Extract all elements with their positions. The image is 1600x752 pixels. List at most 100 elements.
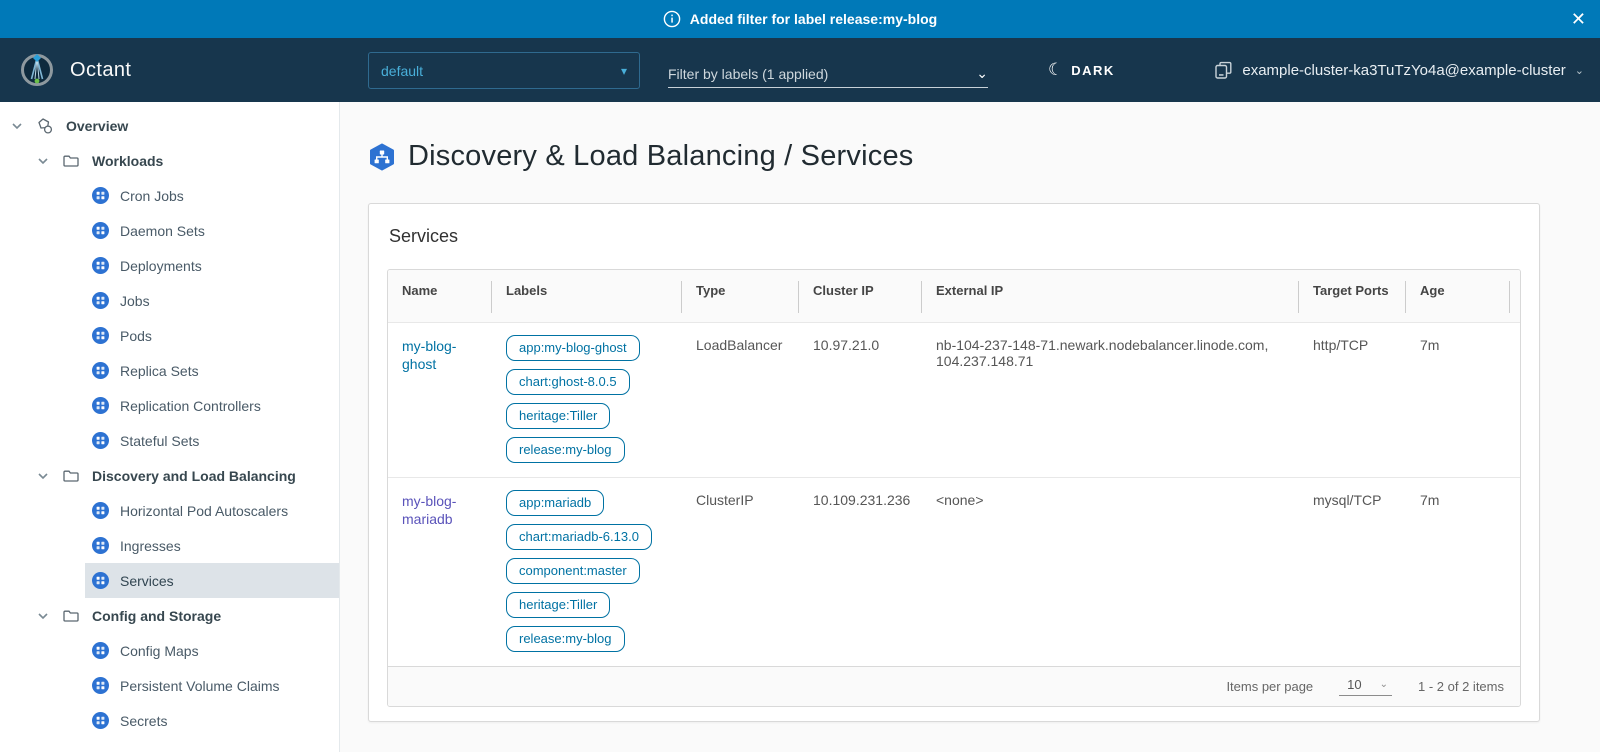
sidebar-item-jobs[interactable]: Jobs (85, 283, 339, 318)
sidebar-item-label: Replica Sets (120, 363, 199, 379)
sidebar-tree: Overview Workloads Cron Jobs Daemon Sets Dep… (0, 108, 339, 738)
services-card: Services NameLabelsTypeCluster IPExterna… (368, 203, 1540, 722)
deployments-icon (92, 257, 109, 274)
cell-age: 7m (1406, 477, 1510, 666)
services-table: NameLabelsTypeCluster IPExternal IPTarge… (388, 270, 1521, 666)
label-pill-stack: app:my-blog-ghost chart:ghost-8.0.5 herita… (506, 335, 672, 463)
folder-icon (62, 152, 80, 170)
navigation-sidebar: Overview Workloads Cron Jobs Daemon Sets Dep… (0, 102, 340, 752)
sidebar-item-label: Cron Jobs (120, 188, 184, 204)
column-header-labels[interactable]: Labels (492, 270, 682, 322)
sidebar-group-discovery-and-load-balancing[interactable]: Discovery and Load Balancing (0, 458, 339, 493)
stateful-sets-icon (92, 432, 109, 449)
sidebar-item-deployments[interactable]: Deployments (85, 248, 339, 283)
items-per-page-label: Items per page (1226, 679, 1313, 694)
label-pill-heritage-tiller[interactable]: heritage:Tiller (506, 592, 610, 618)
sidebar-item-label: Horizontal Pod Autoscalers (120, 503, 288, 519)
sidebar-item-ingresses[interactable]: Ingresses (85, 528, 339, 563)
sidebar-item-config-maps[interactable]: Config Maps (85, 633, 339, 668)
banner-message: Added filter for label release:my-blog (690, 11, 937, 27)
persistent-volume-claims-icon (92, 677, 109, 694)
label-pill-app-mariadb[interactable]: app:mariadb (506, 490, 604, 516)
column-header-name[interactable]: Name (388, 270, 492, 322)
page-title: Discovery & Load Balancing / Services (408, 140, 913, 173)
moon-icon: ☾ (1048, 60, 1063, 80)
sidebar-item-label: Deployments (120, 258, 202, 274)
sidebar-item-cron-jobs[interactable]: Cron Jobs (85, 178, 339, 213)
label-filter-text: Filter by labels (1 applied) (668, 66, 828, 82)
label-pill-release-my-blog[interactable]: release:my-blog (506, 437, 625, 463)
table-footer: Items per page 10 ⌄ 1 - 2 of 2 items (388, 666, 1520, 706)
sidebar-item-label: Services (120, 573, 174, 589)
sidebar-item-label: Pods (120, 328, 152, 344)
column-header-target-ports[interactable]: Target Ports (1299, 270, 1406, 322)
cell-name: my-blog-mariadb (388, 477, 492, 666)
secrets-icon (92, 712, 109, 729)
label-pill-chart-ghost-8-0-5[interactable]: chart:ghost-8.0.5 (506, 369, 630, 395)
column-header-type[interactable]: Type (682, 270, 799, 322)
sidebar-item-stateful-sets[interactable]: Stateful Sets (85, 423, 339, 458)
cell-target-ports: mysql/TCP (1299, 477, 1406, 666)
sidebar-item-replica-sets[interactable]: Replica Sets (85, 353, 339, 388)
cell-cluster-ip: 10.97.21.0 (799, 322, 922, 477)
sidebar-item-label: Daemon Sets (120, 223, 205, 239)
sidebar-group-config-and-storage[interactable]: Config and Storage (0, 598, 339, 633)
column-header-age[interactable]: Age (1406, 270, 1510, 322)
table-header-row: NameLabelsTypeCluster IPExternal IPTarge… (388, 270, 1521, 322)
sidebar-item-label: Jobs (120, 293, 150, 309)
label-pill-chart-mariadb-6-13-0[interactable]: chart:mariadb-6.13.0 (506, 524, 652, 550)
table-row: my-blog-ghost app:my-blog-ghost chart:ghos… (388, 322, 1521, 477)
cell-type: LoadBalancer (682, 322, 799, 477)
cell-age: 7m (1406, 322, 1510, 477)
cell-labels: app:mariadb chart:mariadb-6.13.0 component… (492, 477, 682, 666)
cell-target-ports: http/TCP (1299, 322, 1406, 477)
sidebar-item-label: Replication Controllers (120, 398, 261, 414)
items-per-page-select[interactable]: 10 ⌄ (1339, 677, 1392, 696)
chevron-down-icon (10, 119, 24, 133)
sidebar-item-horizontal-pod-autoscalers[interactable]: Horizontal Pod Autoscalers (85, 493, 339, 528)
daemon-sets-icon (92, 222, 109, 239)
sidebar-item-replication-controllers[interactable]: Replication Controllers (85, 388, 339, 423)
config-maps-icon (92, 642, 109, 659)
close-icon[interactable]: ✕ (1571, 10, 1586, 28)
label-pill-component-master[interactable]: component:master (506, 558, 640, 584)
cell-spacer (1510, 322, 1521, 477)
cluster-context-switcher[interactable]: example-cluster-ka3TuTzYo4a@example-clus… (1214, 38, 1584, 102)
namespace-select[interactable]: default ▾ (368, 52, 640, 89)
chevron-down-icon: ▾ (621, 64, 627, 78)
sidebar-item-secrets[interactable]: Secrets (85, 703, 339, 738)
sidebar-item-daemon-sets[interactable]: Daemon Sets (85, 213, 339, 248)
column-header-external-ip[interactable]: External IP (922, 270, 1299, 322)
notification-banner: Added filter for label release:my-blog ✕ (0, 0, 1600, 38)
horizontal-pod-autoscalers-icon (92, 502, 109, 519)
chevron-down-icon (36, 154, 50, 168)
sidebar-group-label: Config and Storage (92, 608, 221, 624)
sidebar-group-workloads[interactable]: Workloads (0, 143, 339, 178)
column-header-cluster-ip[interactable]: Cluster IP (799, 270, 922, 322)
label-pill-heritage-tiller[interactable]: heritage:Tiller (506, 403, 610, 429)
table-row: my-blog-mariadb app:mariadb chart:mariadb-… (388, 477, 1521, 666)
sidebar-group-label: Workloads (92, 153, 163, 169)
services-icon (92, 572, 109, 589)
label-pill-stack: app:mariadb chart:mariadb-6.13.0 component… (506, 490, 672, 652)
service-link-my-blog-ghost[interactable]: my-blog-ghost (402, 338, 456, 373)
label-filter-select[interactable]: Filter by labels (1 applied) ⌄ (668, 60, 988, 88)
label-pill-release-my-blog[interactable]: release:my-blog (506, 626, 625, 652)
theme-toggle-button[interactable]: ☾ DARK (1048, 38, 1115, 102)
brand: Octant (18, 38, 131, 102)
jobs-icon (92, 292, 109, 309)
sidebar-item-label: Persistent Volume Claims (120, 678, 280, 694)
sidebar-item-services[interactable]: Services (85, 563, 339, 598)
cell-labels: app:my-blog-ghost chart:ghost-8.0.5 herita… (492, 322, 682, 477)
replica-sets-icon (92, 362, 109, 379)
sidebar-item-pods[interactable]: Pods (85, 318, 339, 353)
service-link-my-blog-mariadb[interactable]: my-blog-mariadb (402, 493, 456, 528)
label-pill-app-my-blog-ghost[interactable]: app:my-blog-ghost (506, 335, 640, 361)
chevron-down-icon: ⌄ (976, 65, 988, 82)
sidebar-item-persistent-volume-claims[interactable]: Persistent Volume Claims (85, 668, 339, 703)
page-title-row: Discovery & Load Balancing / Services (368, 140, 1600, 173)
sidebar-item-label: Ingresses (120, 538, 181, 554)
chevron-down-icon: ⌄ (1380, 679, 1388, 690)
sidebar-item-overview[interactable]: Overview (0, 108, 339, 143)
sidebar-item-label: Stateful Sets (120, 433, 199, 449)
